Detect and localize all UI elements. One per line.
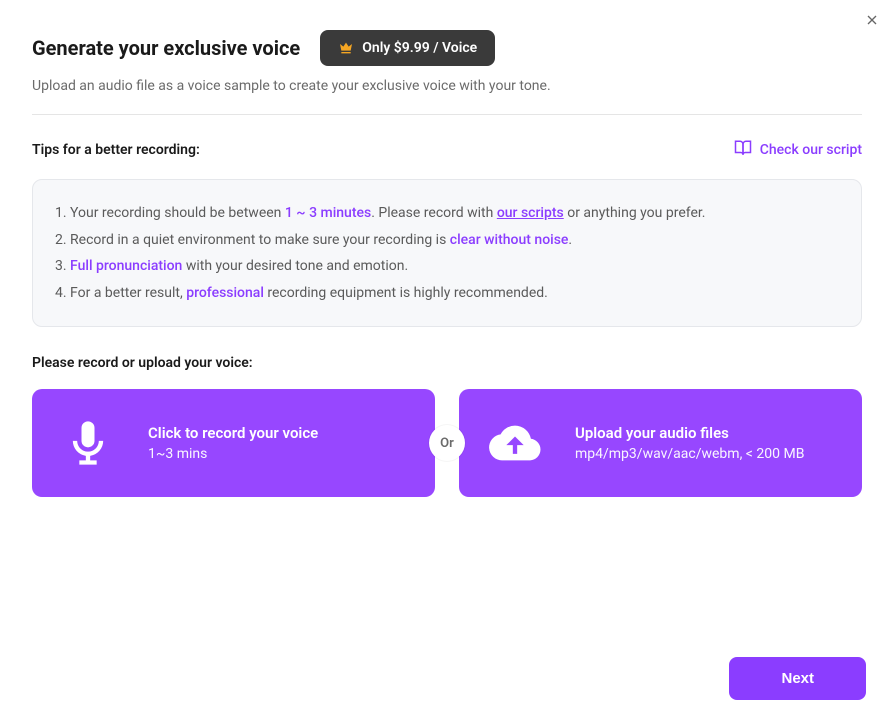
record-voice-card[interactable]: Click to record your voice 1~3 mins	[32, 389, 435, 497]
tip-item-1: Your recording should be between 1 ~ 3 m…	[55, 200, 839, 227]
record-upload-prompt: Please record or upload your voice:	[32, 355, 862, 371]
check-script-link[interactable]: Check our script	[734, 139, 862, 161]
tip1-part-a: Your recording should be between	[70, 205, 285, 221]
tip-item-4: For a better result, professional record…	[55, 280, 839, 307]
or-separator: Or	[429, 425, 465, 461]
tip2-part-c: .	[568, 232, 572, 248]
tip4-highlight: professional	[186, 285, 264, 301]
options-row: Click to record your voice 1~3 mins Or U…	[32, 389, 862, 497]
next-button[interactable]: Next	[729, 657, 866, 700]
upload-audio-card[interactable]: Upload your audio files mp4/mp3/wav/aac/…	[459, 389, 862, 497]
upload-card-title: Upload your audio files	[575, 424, 804, 442]
tip-item-2: Record in a quiet environment to make su…	[55, 227, 839, 254]
subtitle: Upload an audio file as a voice sample t…	[32, 78, 862, 94]
crown-icon	[338, 40, 354, 56]
record-card-title: Click to record your voice	[148, 424, 318, 442]
price-badge: Only $9.99 / Voice	[320, 30, 495, 66]
tip4-part-c: recording equipment is highly recommende…	[264, 285, 548, 301]
tip3-part-b: with your desired tone and emotion.	[182, 258, 408, 274]
divider	[32, 114, 862, 115]
tip2-highlight: clear without noise	[450, 232, 569, 248]
close-icon	[864, 12, 880, 28]
header-row: Generate your exclusive voice Only $9.99…	[32, 30, 862, 66]
tips-box: Your recording should be between 1 ~ 3 m…	[32, 179, 862, 327]
tip3-highlight: Full pronunciation	[70, 258, 182, 274]
microphone-icon	[60, 415, 116, 471]
upload-card-sub: mp4/mp3/wav/aac/webm, < 200 MB	[575, 446, 804, 462]
page-title: Generate your exclusive voice	[32, 36, 300, 60]
tip-item-3: Full pronunciation with your desired ton…	[55, 253, 839, 280]
our-scripts-link[interactable]: our scripts	[497, 205, 564, 221]
tip1-part-e: or anything you prefer.	[564, 205, 706, 221]
close-button[interactable]	[860, 8, 884, 32]
check-script-label: Check our script	[760, 142, 862, 158]
tip1-highlight-duration: 1 ~ 3 minutes	[285, 205, 371, 221]
modal-content: Generate your exclusive voice Only $9.99…	[0, 0, 894, 517]
tips-title: Tips for a better recording:	[32, 142, 200, 158]
book-icon	[734, 139, 752, 161]
tip4-part-a: For a better result,	[70, 285, 186, 301]
price-badge-text: Only $9.99 / Voice	[362, 40, 477, 56]
tips-header: Tips for a better recording: Check our s…	[32, 139, 862, 161]
tip1-part-c: . Please record with	[371, 205, 497, 221]
cloud-upload-icon	[487, 415, 543, 471]
tip2-part-a: Record in a quiet environment to make su…	[70, 232, 450, 248]
record-card-sub: 1~3 mins	[148, 446, 318, 462]
